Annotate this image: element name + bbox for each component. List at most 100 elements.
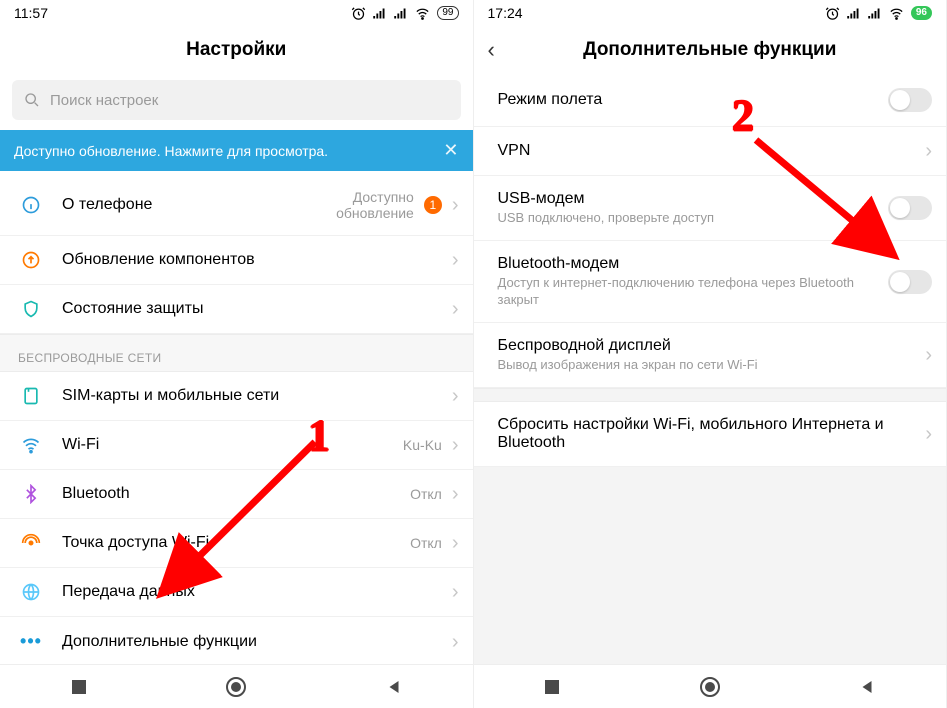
row-bluetooth-tether[interactable]: Bluetooth-модем Доступ к интернет-подклю…	[474, 241, 947, 323]
battery-icon: 99	[437, 6, 458, 20]
close-icon[interactable]: ✕	[443, 140, 458, 161]
toggle-bluetooth-tether[interactable]	[888, 270, 932, 294]
row-label: Точка доступа Wi-Fi	[62, 534, 410, 552]
battery-icon: 96	[911, 6, 932, 20]
wifi-icon	[414, 6, 431, 21]
wifi-icon	[18, 435, 44, 455]
data-icon	[18, 582, 44, 602]
toggle-usb-tether[interactable]	[888, 196, 932, 220]
row-label: VPN	[498, 142, 926, 160]
update-banner[interactable]: Доступно обновление. Нажмите для просмот…	[0, 130, 473, 171]
row-value: Ku-Ku	[403, 437, 442, 453]
row-value: Откл	[410, 486, 442, 502]
chevron-right-icon: ›	[452, 386, 459, 406]
upload-icon	[18, 250, 44, 270]
chevron-right-icon: ›	[925, 141, 932, 161]
alarm-icon	[351, 6, 366, 21]
row-about-phone[interactable]: О телефоне Доступно обновление 1 ›	[0, 175, 473, 236]
row-label: Передача данных	[62, 583, 452, 601]
row-data-usage[interactable]: Передача данных ›	[0, 568, 473, 617]
row-label: Wi-Fi	[62, 436, 403, 454]
row-usb-tether[interactable]: USB-модем USB подключено, проверьте дост…	[474, 176, 947, 241]
chevron-right-icon: ›	[452, 299, 459, 319]
alarm-icon	[825, 6, 840, 21]
back-button[interactable]: ‹	[488, 37, 495, 63]
chevron-right-icon: ›	[452, 484, 459, 504]
info-icon	[18, 195, 44, 215]
row-label: Беспроводной дисплей	[498, 337, 926, 355]
row-label: О телефоне	[62, 196, 304, 214]
row-wifi[interactable]: Wi-Fi Ku-Ku ›	[0, 421, 473, 470]
row-vpn[interactable]: VPN ›	[474, 127, 947, 176]
search-placeholder: Поиск настроек	[50, 92, 158, 109]
empty-area	[474, 467, 947, 664]
row-sim[interactable]: SIM-карты и мобильные сети ›	[0, 372, 473, 421]
page-title: Дополнительные функции	[583, 39, 836, 61]
row-label: Состояние защиты	[62, 300, 452, 318]
row-reset-network[interactable]: Сбросить настройки Wi-Fi, мобильного Инт…	[474, 402, 947, 467]
settings-list: Режим полета VPN › USB-модем USB подключ…	[474, 74, 947, 664]
signal-icon	[393, 6, 408, 21]
status-bar: 11:57 99	[0, 0, 473, 26]
hotspot-icon	[18, 533, 44, 553]
update-banner-text: Доступно обновление. Нажмите для просмот…	[14, 143, 328, 159]
nav-recents[interactable]	[49, 679, 109, 695]
row-sub: USB подключено, проверьте доступ	[498, 210, 889, 226]
row-label: Обновление компонентов	[62, 251, 452, 269]
chevron-right-icon: ›	[452, 582, 459, 602]
chevron-right-icon: ›	[925, 424, 932, 444]
row-components-update[interactable]: Обновление компонентов ›	[0, 236, 473, 285]
header: ‹ Дополнительные функции	[474, 26, 947, 74]
chevron-right-icon: ›	[452, 435, 459, 455]
row-value: Откл	[410, 535, 442, 551]
search-icon	[24, 92, 40, 108]
update-badge: 1	[424, 196, 442, 214]
nav-back[interactable]	[837, 678, 897, 696]
nav-bar	[474, 664, 947, 708]
row-label: Bluetooth	[62, 485, 410, 503]
row-security-status[interactable]: Состояние защиты ›	[0, 285, 473, 334]
sim-icon	[18, 386, 44, 406]
status-time: 11:57	[14, 5, 48, 21]
nav-back[interactable]	[364, 678, 424, 696]
chevron-right-icon: ›	[452, 533, 459, 553]
chevron-right-icon: ›	[452, 195, 459, 215]
row-sub: Вывод изображения на экран по сети Wi-Fi	[498, 357, 926, 373]
row-airplane-mode[interactable]: Режим полета	[474, 74, 947, 127]
signal-icon	[846, 6, 861, 21]
row-label: Bluetooth-модем	[498, 255, 889, 273]
nav-bar	[0, 664, 473, 708]
bluetooth-icon	[18, 484, 44, 504]
nav-recents[interactable]	[522, 679, 582, 695]
nav-home[interactable]	[680, 676, 740, 698]
signal-icon	[867, 6, 882, 21]
row-label: Сбросить настройки Wi-Fi, мобильного Инт…	[498, 416, 926, 452]
left-screen: 11:57 99 Настройки Поиск настроек Доступ…	[0, 0, 474, 708]
status-bar: 17:24 96	[474, 0, 947, 26]
search-input[interactable]: Поиск настроек	[12, 80, 461, 120]
shield-icon	[18, 299, 44, 319]
row-more-functions[interactable]: ••• Дополнительные функции ›	[0, 617, 473, 664]
toggle-airplane[interactable]	[888, 88, 932, 112]
row-sub: Доступ к интернет-подключению телефона ч…	[498, 275, 889, 308]
section-gap	[474, 388, 947, 402]
row-bluetooth[interactable]: Bluetooth Откл ›	[0, 470, 473, 519]
row-wireless-display[interactable]: Беспроводной дисплей Вывод изображения н…	[474, 323, 947, 388]
page-title: Настройки	[186, 39, 286, 61]
nav-home[interactable]	[206, 676, 266, 698]
status-icons: 99	[351, 6, 458, 21]
chevron-right-icon: ›	[452, 250, 459, 270]
header: Настройки	[0, 26, 473, 74]
settings-list: О телефоне Доступно обновление 1 › Обнов…	[0, 175, 473, 664]
status-time: 17:24	[488, 5, 523, 21]
row-hotspot[interactable]: Точка доступа Wi-Fi Откл ›	[0, 519, 473, 568]
row-label: Дополнительные функции	[62, 633, 452, 651]
right-screen: 17:24 96 ‹ Дополнительные функции Режим …	[474, 0, 947, 708]
row-label: USB-модем	[498, 190, 889, 208]
chevron-right-icon: ›	[452, 632, 459, 652]
row-label: SIM-карты и мобильные сети	[62, 387, 452, 405]
status-icons: 96	[825, 6, 932, 21]
chevron-right-icon: ›	[925, 345, 932, 365]
wifi-icon	[888, 6, 905, 21]
row-subvalue: Доступно обновление	[304, 189, 414, 221]
